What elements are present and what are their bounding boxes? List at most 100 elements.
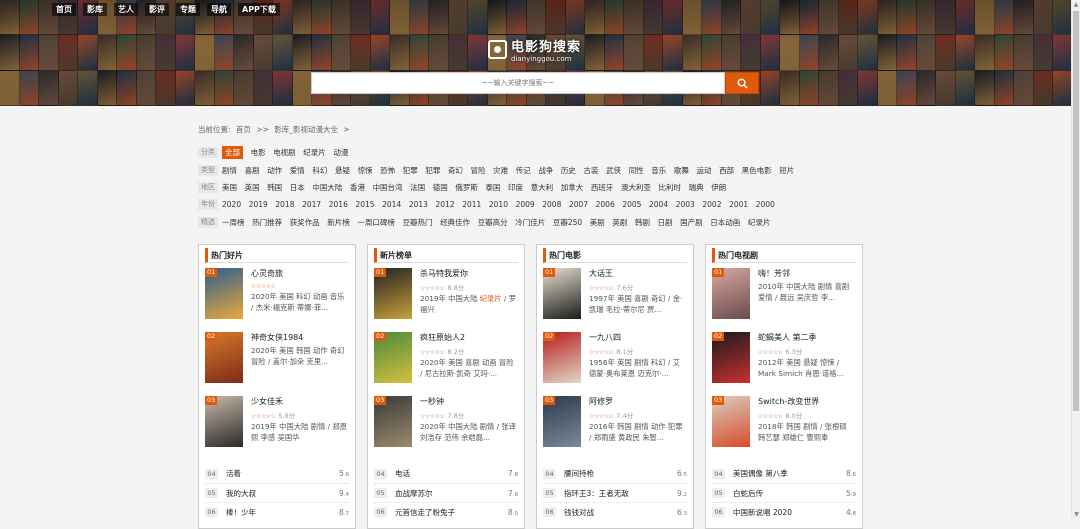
search-input[interactable] [311, 72, 725, 94]
filter-option[interactable]: 歌舞 [674, 165, 689, 176]
list-title[interactable]: 指环王3：王者无敌 [564, 488, 677, 499]
filter-option[interactable]: 2001 [729, 200, 748, 209]
filter-option[interactable]: 英国 [245, 182, 260, 193]
poster-thumbnail[interactable]: 03 [712, 396, 750, 447]
filter-option[interactable]: 战争 [538, 165, 553, 176]
filter-option[interactable]: 惊悚 [358, 165, 373, 176]
item-title[interactable]: 少女佳禾 [251, 396, 349, 407]
featured-item[interactable]: 03 一秒钟 ☆☆☆☆☆ 7.8分 2020年 中国大陆 剧情 / 张译 刘浩存 范伟 … [374, 396, 518, 460]
filter-option[interactable]: 传记 [516, 165, 531, 176]
scroll-up-icon[interactable]: ▲ [1072, 0, 1080, 9]
filter-option[interactable]: 剧情 [222, 165, 237, 176]
nav-home[interactable]: 首页 [52, 3, 76, 16]
search-button[interactable] [725, 72, 759, 94]
poster-thumbnail[interactable]: 03 [205, 396, 243, 447]
filter-option[interactable]: 2007 [569, 200, 588, 209]
filter-option[interactable]: 2002 [702, 200, 721, 209]
filter-option[interactable]: 比利时 [659, 182, 682, 193]
featured-item[interactable]: 01 嗨！芳邻 2010年 中国大陆 剧情 喜剧 爱情 / 聂远 吴庆哲 李... [712, 268, 856, 332]
filter-option[interactable]: 泰国 [485, 182, 500, 193]
poster-thumbnail[interactable]: 03 [543, 396, 581, 447]
filter-option[interactable]: 2000 [756, 200, 775, 209]
filter-option[interactable]: 瑞典 [689, 182, 704, 193]
list-title[interactable]: 美国偶像 第八季 [733, 468, 846, 479]
list-title[interactable]: 活着 [226, 468, 339, 479]
filter-option[interactable]: 新片榜 [327, 217, 350, 228]
filter-option[interactable]: 2018 [275, 200, 294, 209]
item-title[interactable]: 神奇女侠1984 [251, 332, 349, 343]
filter-option[interactable]: 一周榜 [222, 217, 245, 228]
featured-item[interactable]: 02 神奇女侠1984 2020年 美国 韩国 动作 奇幻 冒险 / 盖尔·加朵 克… [205, 332, 349, 396]
filter-option[interactable]: 俄罗斯 [455, 182, 478, 193]
item-title[interactable]: 阿修罗 [589, 396, 687, 407]
filter-option[interactable]: 加拿大 [561, 182, 584, 193]
item-title[interactable]: 嗨！芳邻 [758, 268, 856, 279]
list-title[interactable]: 电话 [395, 468, 508, 479]
poster-thumbnail[interactable]: 01 [712, 268, 750, 319]
item-title[interactable]: 疯狂原始人2 [420, 332, 518, 343]
filter-option[interactable]: 意大利 [531, 182, 554, 193]
filter-option[interactable]: 2006 [596, 200, 615, 209]
scrollbar[interactable]: ▲ ▼ [1071, 0, 1080, 519]
filter-option[interactable]: 2019 [249, 200, 268, 209]
filter-option[interactable]: 美剧 [590, 217, 605, 228]
list-title[interactable]: 血战摩苏尔 [395, 488, 508, 499]
list-title[interactable]: 腰间持枪 [564, 468, 677, 479]
list-item[interactable]: 06 棒！少年 8.7 [205, 502, 349, 521]
list-item[interactable]: 06 元首信走了粉兔子 8.0 [374, 502, 518, 521]
filter-option[interactable]: 2003 [676, 200, 695, 209]
filter-option[interactable]: 韩剧 [635, 217, 650, 228]
filter-option[interactable]: 西班牙 [591, 182, 614, 193]
list-title[interactable]: 中国新说唱 2020 [733, 507, 846, 518]
filter-option[interactable]: 韩国 [267, 182, 282, 193]
filter-option[interactable]: 全部 [222, 146, 243, 160]
filter-option[interactable]: 2013 [409, 200, 428, 209]
card-title[interactable]: 热门电视剧 [712, 248, 856, 263]
filter-option[interactable]: 运动 [696, 165, 711, 176]
filter-option[interactable]: 动作 [267, 165, 282, 176]
list-item[interactable]: 04 美国偶像 第八季 8.6 [712, 464, 856, 483]
filter-option[interactable]: 英剧 [612, 217, 627, 228]
featured-item[interactable]: 01 杀马特我爱你 ☆☆☆☆☆ 8.8分 2019年 中国大陆 纪录片 / 罗福兴 [374, 268, 518, 332]
list-item[interactable]: 05 指环王3：王者无敌 9.2 [543, 483, 687, 502]
filter-option[interactable]: 音乐 [651, 165, 666, 176]
list-item[interactable]: 05 白蛇后传 5.9 [712, 483, 856, 502]
item-title[interactable]: 一秒钟 [420, 396, 518, 407]
filter-option[interactable]: 日本 [290, 182, 305, 193]
breadcrumb-section[interactable]: 影库_影视动漫大全 [274, 125, 338, 134]
filter-option[interactable]: 历史 [561, 165, 576, 176]
poster-thumbnail[interactable]: 02 [374, 332, 412, 383]
featured-item[interactable]: 01 心灵奇旅 ☆☆☆☆☆ 2020年 美国 科幻 动画 音乐 / 杰米·福克斯 蒂娜… [205, 268, 349, 332]
filter-option[interactable]: 喜剧 [245, 165, 260, 176]
filter-option[interactable]: 电视剧 [273, 147, 296, 158]
filter-option[interactable]: 中国台湾 [373, 182, 403, 193]
filter-option[interactable]: 热门推荐 [252, 217, 282, 228]
filter-option[interactable]: 2017 [302, 200, 321, 209]
card-title[interactable]: 新片榜单 [374, 248, 518, 263]
poster-thumbnail[interactable]: 01 [205, 268, 243, 319]
card-title[interactable]: 热门好片 [205, 248, 349, 263]
genre-link[interactable]: 纪录片 [480, 294, 502, 303]
featured-item[interactable]: 02 一九八四 ☆☆☆☆☆ 8.1分 1956年 英国 剧情 科幻 / 艾德蒙·奥布莱恩… [543, 332, 687, 396]
filter-option[interactable]: 国产剧 [680, 217, 703, 228]
filter-option[interactable]: 古装 [584, 165, 599, 176]
filter-option[interactable]: 豆瓣250 [553, 217, 582, 228]
nav-reviews[interactable]: 影评 [145, 3, 169, 16]
filter-option[interactable]: 武侠 [606, 165, 621, 176]
filter-option[interactable]: 法国 [410, 182, 425, 193]
filter-option[interactable]: 经典佳作 [440, 217, 470, 228]
filter-option[interactable]: 一周口碑榜 [357, 217, 395, 228]
item-title[interactable]: 心灵奇旅 [251, 268, 349, 279]
list-title[interactable]: 元首信走了粉兔子 [395, 507, 508, 518]
filter-option[interactable]: 同性 [629, 165, 644, 176]
list-item[interactable]: 04 腰间持枪 6.5 [543, 464, 687, 483]
filter-option[interactable]: 2005 [622, 200, 641, 209]
poster-thumbnail[interactable]: 03 [374, 396, 412, 447]
card-title[interactable]: 热门电影 [543, 248, 687, 263]
list-item[interactable]: 04 活着 5.6 [205, 464, 349, 483]
site-logo[interactable]: 电影狗搜索 dianyinggou.com [488, 36, 581, 63]
filter-option[interactable]: 电影 [251, 147, 266, 158]
nav-guide[interactable]: 导航 [207, 3, 231, 16]
filter-option[interactable]: 2014 [382, 200, 401, 209]
featured-item[interactable]: 02 疯狂原始人2 ☆☆☆☆☆ 8.2分 2020年 美国 喜剧 动画 冒险 / 尼古拉… [374, 332, 518, 396]
